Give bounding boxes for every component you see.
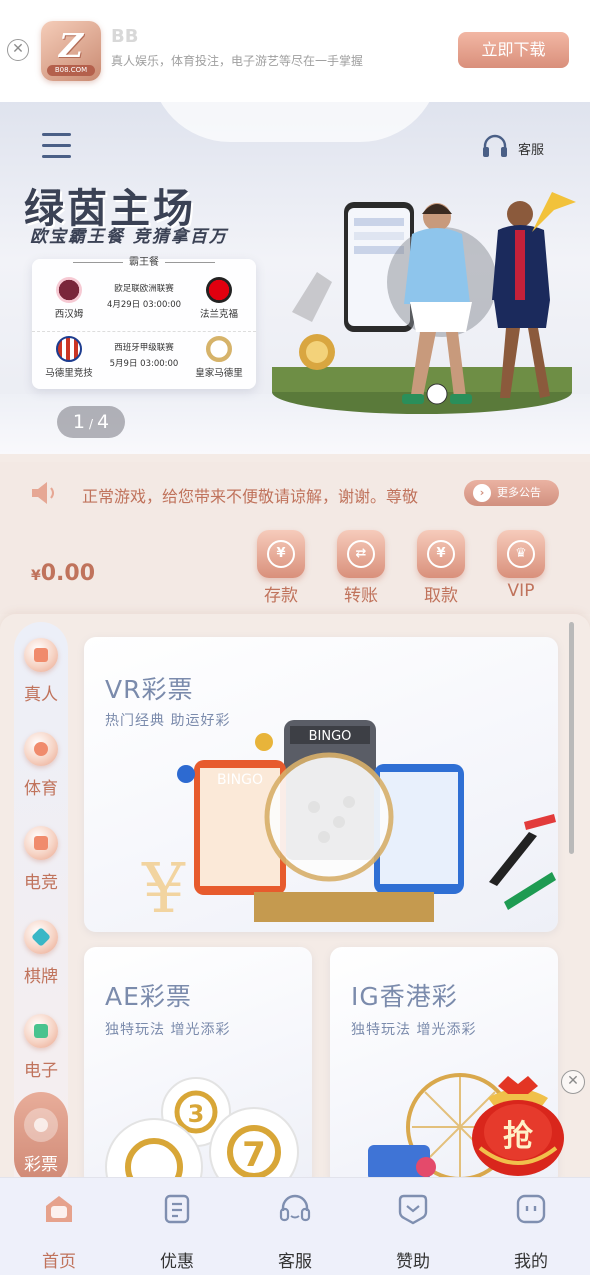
football-players-illustration [272, 192, 576, 414]
customer-service-link[interactable]: 客服 [480, 132, 560, 162]
transfer-icon: ⇄ [337, 530, 385, 578]
team-crest-icon [206, 277, 232, 303]
transfer-button[interactable]: ⇄ 转账 [335, 530, 387, 606]
logo-letter: Z [58, 26, 84, 65]
sidebar-item-chess[interactable]: 棋牌 [14, 904, 68, 998]
announcement-bar: 正常游戏，给您带来不便敬请谅解，谢谢。尊敬 › 更多公告 [0, 462, 590, 524]
sponsor-icon [398, 1194, 428, 1225]
download-button[interactable]: 立即下载 [458, 32, 569, 68]
game-card-title: VR彩票 [105, 675, 194, 704]
promo-carousel[interactable]: 客服 绿茵主场 欧宝霸王餐 竞猜拿百万 霸王餐 西汉姆 欧足联欧洲联赛 4月29… [0, 102, 590, 454]
tab-customer-service[interactable]: 客服 [236, 1178, 354, 1275]
away-team: 皇家马德里 [184, 332, 254, 379]
slots-icon [24, 1014, 58, 1048]
svg-text:3: 3 [188, 1100, 205, 1128]
home-icon [46, 1196, 72, 1222]
category-sidebar: 真人 体育 电竞 棋牌 电子 彩票 [14, 622, 68, 1186]
app-description: 真人娱乐，体育投注，电子游艺等尽在一手掌握 [111, 54, 364, 68]
home-team: 马德里竞技 [34, 332, 104, 379]
match-info: 欧足联欧洲联赛 4月29日 03:00:00 [106, 284, 182, 310]
headset-icon [483, 134, 507, 157]
match-row: 马德里竞技 西班牙甲级联赛 5月9日 03:00:00 皇家马德里 [32, 331, 256, 389]
bottom-tab-bar: 首页 优惠 客服 赞助 我的 [0, 1177, 590, 1275]
tab-sponsor[interactable]: 赞助 [354, 1178, 472, 1275]
download-banner: ✕ Z B08.COM BB 真人娱乐，体育投注，电子游艺等尽在一手掌握 立即下… [0, 0, 590, 102]
svg-text:抢: 抢 [503, 1119, 534, 1154]
game-card-ae-lottery[interactable]: AE彩票 独特玩法 增光添彩 3 7 [84, 947, 312, 1187]
customer-service-label: 客服 [518, 143, 545, 158]
game-card-subtitle: 独特玩法 增光添彩 [105, 1022, 231, 1038]
team-crest-icon [56, 277, 82, 303]
withdraw-icon: ¥ [417, 530, 465, 578]
announcement-text: 正常游戏，给您带来不便敬请谅解，谢谢。尊敬 [82, 487, 419, 506]
more-announcements-button[interactable]: › 更多公告 [464, 480, 559, 506]
esports-icon [24, 826, 58, 860]
red-envelope-button[interactable]: 抢 [468, 1068, 568, 1178]
team-crest-icon [56, 336, 82, 362]
logo-text: B08.COM [47, 65, 95, 76]
close-icon[interactable]: ✕ [561, 1070, 585, 1094]
sidebar-item-live[interactable]: 真人 [14, 622, 68, 716]
bingo-illustration: BINGO BINGO ¥ [141, 720, 556, 929]
game-card-title: AE彩票 [105, 982, 192, 1011]
sports-icon [24, 732, 58, 766]
svg-text:BINGO: BINGO [217, 772, 263, 788]
match-row: 西汉姆 欧足联欧洲联赛 4月29日 03:00:00 法兰克福 [32, 273, 256, 331]
app-name: BB [111, 26, 139, 47]
sidebar-item-sports[interactable]: 体育 [14, 716, 68, 810]
withdraw-button[interactable]: ¥ 取款 [415, 530, 467, 606]
match-card: 霸王餐 西汉姆 欧足联欧洲联赛 4月29日 03:00:00 法兰克福 马德里竞… [32, 257, 256, 389]
match-info: 西班牙甲级联赛 5月9日 03:00:00 [109, 343, 179, 369]
wallet-panel: ¥0.00 ¥ 存款 ⇄ 转账 ¥ 取款 ♛ VIP [0, 524, 590, 614]
tab-home[interactable]: 首页 [0, 1178, 118, 1275]
tab-promotions[interactable]: 优惠 [118, 1178, 236, 1275]
away-team: 法兰克福 [184, 273, 254, 320]
chevron-right-icon: › [473, 484, 491, 502]
svg-text:¥: ¥ [141, 850, 186, 929]
sidebar-item-slots[interactable]: 电子 [14, 998, 68, 1092]
chess-cards-icon [24, 920, 58, 954]
vip-icon: ♛ [497, 530, 545, 578]
hero-subtitle: 欧宝霸王餐 竞猜拿百万 [30, 227, 228, 247]
game-card-title: IG香港彩 [351, 982, 458, 1011]
menu-icon[interactable] [42, 133, 71, 159]
lottery-balls-illustration: 3 7 [105, 1077, 299, 1187]
promo-icon [164, 1194, 190, 1224]
svg-text:BINGO: BINGO [309, 729, 352, 744]
home-team: 西汉姆 [34, 273, 104, 320]
speaker-icon [32, 482, 54, 504]
svg-text:7: 7 [242, 1135, 266, 1175]
sidebar-item-esports[interactable]: 电竞 [14, 810, 68, 904]
app-logo: Z B08.COM [41, 21, 101, 81]
vip-button[interactable]: ♛ VIP [495, 530, 547, 601]
tab-profile[interactable]: 我的 [472, 1178, 590, 1275]
team-crest-icon [206, 336, 232, 362]
game-card-vr-lottery[interactable]: VR彩票 热门经典 助运好彩 BINGO BINGO ¥ [84, 637, 558, 932]
match-card-title: 霸王餐 [32, 253, 256, 268]
slide-indicator: 1/4 [57, 406, 125, 438]
game-card-subtitle: 独特玩法 增光添彩 [351, 1022, 477, 1038]
headset-icon [279, 1194, 311, 1222]
lottery-icon [24, 1108, 58, 1142]
profile-icon [516, 1194, 546, 1224]
scrollbar[interactable] [569, 622, 574, 854]
balance: ¥0.00 [31, 561, 96, 586]
live-casino-icon [24, 638, 58, 672]
deposit-icon: ¥ [257, 530, 305, 578]
close-icon[interactable]: ✕ [7, 39, 29, 61]
sidebar-item-lottery[interactable]: 彩票 [14, 1092, 68, 1186]
deposit-button[interactable]: ¥ 存款 [255, 530, 307, 606]
